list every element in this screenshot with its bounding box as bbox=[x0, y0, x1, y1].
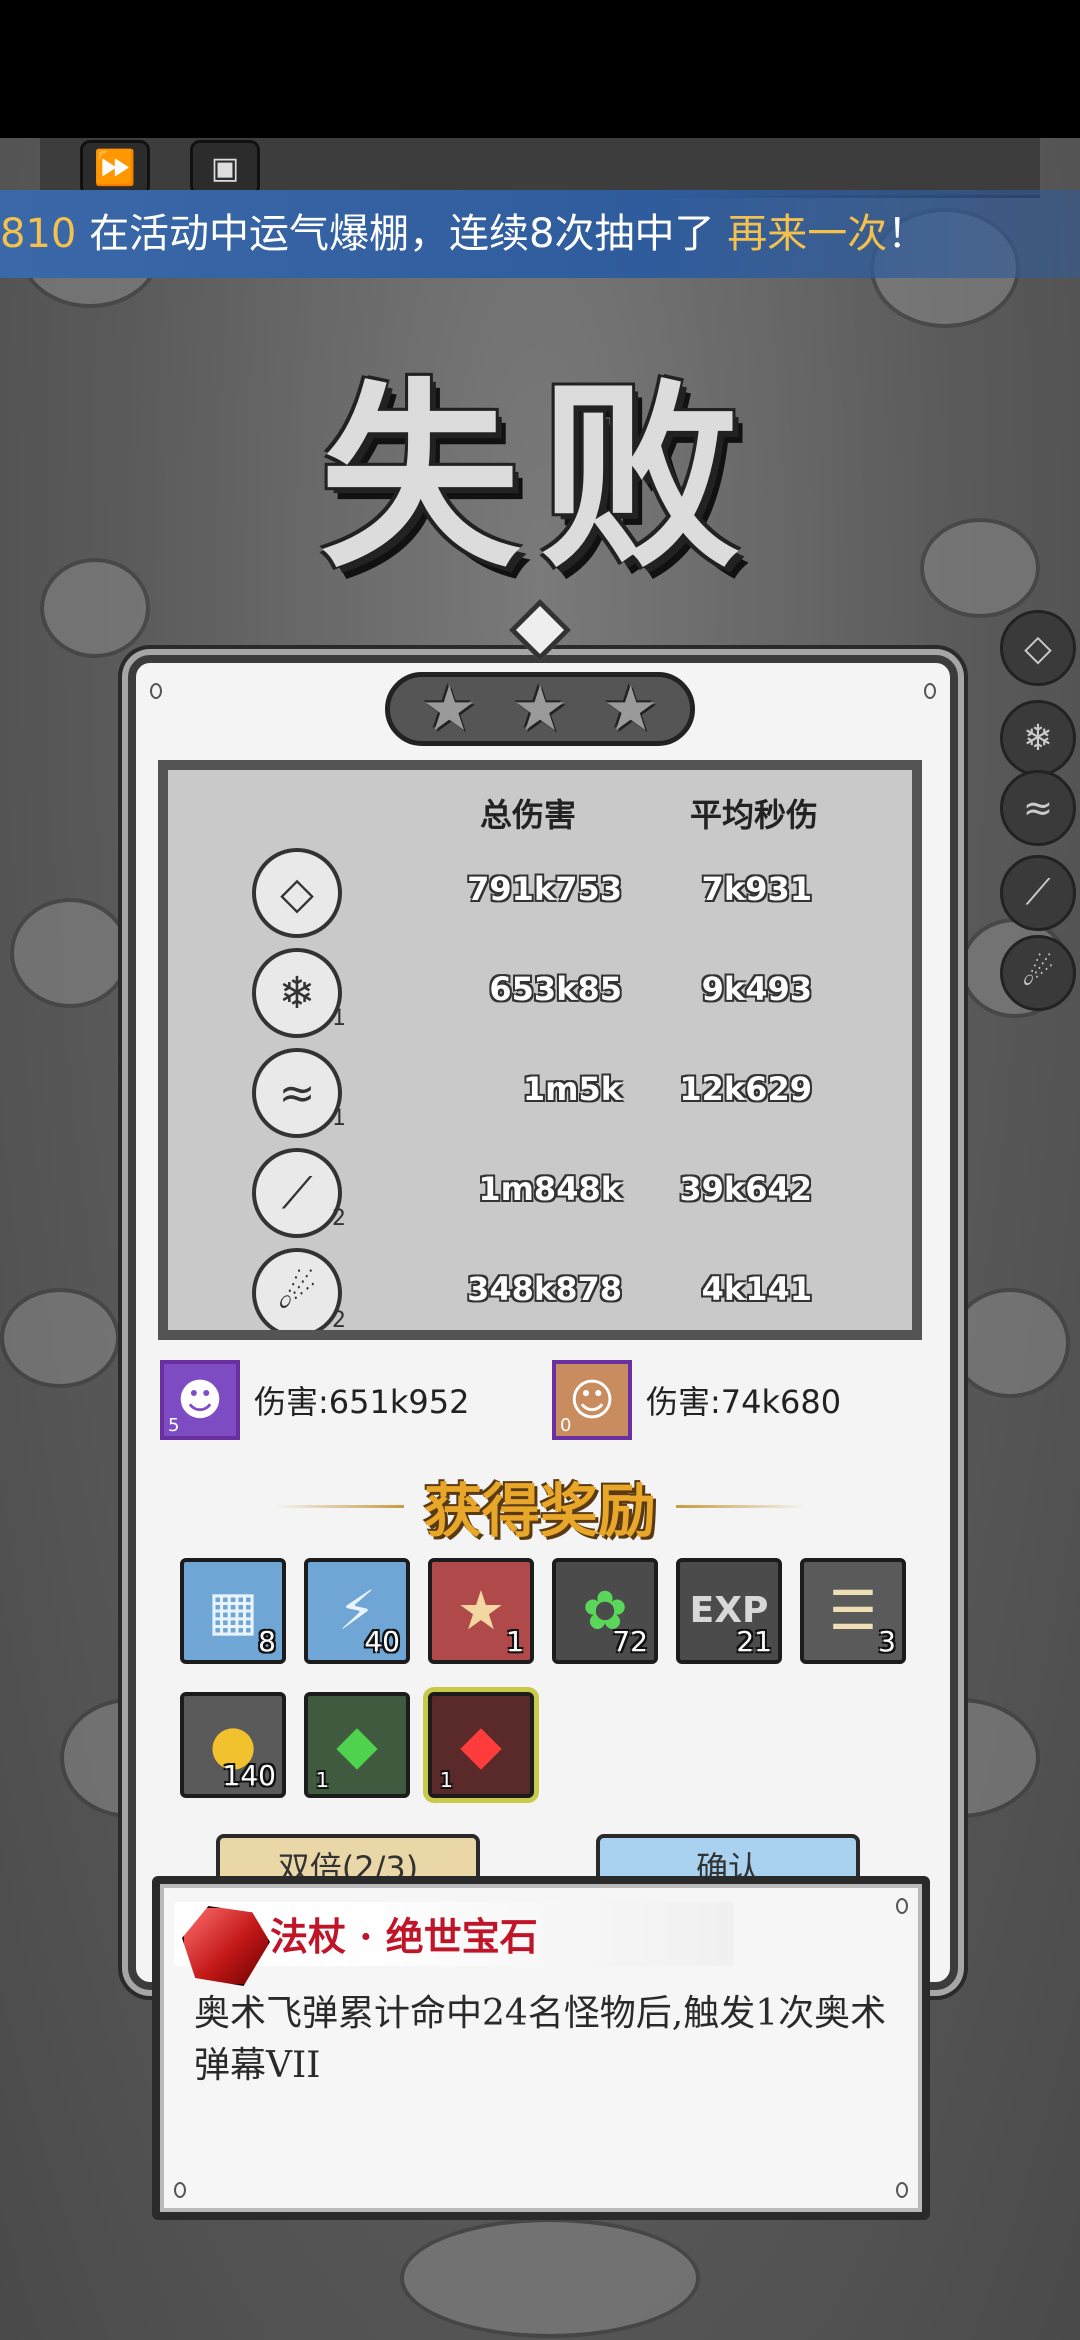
star-rating: ★ ★ ★ bbox=[385, 672, 695, 746]
skill-level: 1 bbox=[332, 1106, 346, 1131]
dps-value: 39k642 bbox=[679, 1170, 812, 1208]
reward-ticket-card[interactable]: ★ 1 bbox=[428, 1558, 534, 1664]
total-damage-value: 1m5k bbox=[522, 1070, 622, 1108]
reward-count: 1 bbox=[440, 1768, 453, 1792]
meteor-icon: ☄ bbox=[252, 1248, 342, 1330]
reward-green-gem[interactable]: ◆ 1 bbox=[304, 1692, 410, 1798]
reward-count: 1 bbox=[316, 1768, 329, 1792]
hero-damage-1: ☻ 5 伤害:651k952 bbox=[160, 1360, 469, 1440]
total-damage-value: 653k85 bbox=[489, 970, 622, 1008]
reward-green-emblem[interactable]: ✿ 72 bbox=[552, 1558, 658, 1664]
fast-forward-button[interactable]: ⏩ bbox=[80, 140, 150, 196]
reward-count: 1 bbox=[506, 1625, 524, 1658]
scroll-map-icon: ☰ bbox=[828, 1579, 878, 1642]
ice-block-icon: ▦ bbox=[207, 1579, 259, 1642]
ticket-card-icon: ★ bbox=[456, 1579, 506, 1642]
chest-icon: ▣ bbox=[210, 150, 240, 186]
tooltip-item-name: 法杖 · 绝世宝石 bbox=[270, 1914, 538, 1959]
reward-scroll[interactable]: ☰ 3 bbox=[800, 1558, 906, 1664]
chest-button[interactable]: ▣ bbox=[190, 140, 260, 196]
item-tooltip: 法杖 · 绝世宝石 奥术飞弹累计命中24名怪物后,触发1次奥术弹幕VII bbox=[152, 1876, 930, 2220]
hero-damage-2: ☺ 0 伤害:74k680 bbox=[552, 1360, 841, 1440]
banner-suffix: ！ bbox=[887, 211, 928, 257]
table-row: ⟋ 2 1m848k 39k642 bbox=[168, 1148, 912, 1238]
skill-level: 1 bbox=[332, 1006, 346, 1031]
green-gem-icon: ◆ bbox=[336, 1713, 378, 1776]
dps-value: 12k629 bbox=[679, 1070, 812, 1108]
side-meteor-icon: ☄ bbox=[1000, 935, 1076, 1011]
reward-count: 40 bbox=[364, 1625, 400, 1658]
announcement-banner: 810 在活动中运气爆棚，连续8次抽中了 再来一次！ bbox=[0, 190, 1080, 278]
side-slash-icon: ⟋ bbox=[1000, 855, 1076, 931]
reward-count: 3 bbox=[878, 1625, 896, 1658]
banner-prefix: 810 bbox=[0, 211, 90, 257]
side-cluster-icon: ❄ bbox=[1000, 700, 1076, 776]
reward-red-gem[interactable]: ◆ 1 bbox=[428, 1692, 534, 1798]
side-tornado-icon: ≈ bbox=[1000, 770, 1076, 846]
divider bbox=[273, 1504, 404, 1508]
table-row: ◇ 791k753 7k931 bbox=[168, 848, 912, 938]
table-row: ❄ 1 653k85 9k493 bbox=[168, 948, 912, 1038]
banner-text: 在活动中运气爆棚，连续8次抽中了 bbox=[89, 211, 715, 257]
hero-damage-label: 伤害:74k680 bbox=[646, 1383, 842, 1421]
tooltip-description: 奥术飞弹累计命中24名怪物后,触发1次奥术弹幕VII bbox=[194, 1993, 887, 2086]
tornado-icon: ≈ bbox=[252, 1048, 342, 1138]
star-icon: ★ bbox=[602, 672, 659, 745]
table-row: ≈ 1 1m5k 12k629 bbox=[168, 1048, 912, 1138]
hero-badge: 5 bbox=[168, 1415, 180, 1436]
slash-icon: ⟋ bbox=[252, 1148, 342, 1238]
crystal-shard-icon: ◇ bbox=[252, 848, 342, 938]
side-crystal-icon: ◇ bbox=[1000, 610, 1076, 686]
rewards-heading: 获得奖励 bbox=[240, 1466, 840, 1546]
crystal-cluster-icon: ❄ bbox=[252, 948, 342, 1038]
reward-exp[interactable]: EXP 21 bbox=[676, 1558, 782, 1664]
fast-forward-icon: ⏩ bbox=[93, 148, 137, 188]
dps-value: 4k141 bbox=[701, 1270, 812, 1308]
header-total-damage: 总伤害 bbox=[480, 796, 577, 834]
status-bar-area bbox=[0, 0, 1080, 138]
total-damage-value: 348k878 bbox=[467, 1270, 622, 1308]
star-icon: ★ bbox=[512, 672, 568, 745]
result-title-text: 失败 bbox=[319, 360, 760, 595]
reward-count: 8 bbox=[258, 1625, 276, 1658]
hero-badge: 0 bbox=[560, 1415, 572, 1436]
reward-count: 140 bbox=[222, 1759, 276, 1792]
dps-value: 9k493 bbox=[701, 970, 812, 1008]
hero-damage-label: 伤害:651k952 bbox=[254, 1383, 470, 1421]
skill-level: 2 bbox=[332, 1206, 346, 1231]
reward-ice-lightning[interactable]: ⚡ 40 bbox=[304, 1558, 410, 1664]
reward-ice-block[interactable]: ▦ 8 bbox=[180, 1558, 286, 1664]
reward-count: 21 bbox=[736, 1625, 772, 1658]
reward-count: 72 bbox=[612, 1625, 648, 1658]
dps-value: 7k931 bbox=[701, 870, 812, 908]
table-row: ☄ 2 348k878 4k141 bbox=[168, 1248, 912, 1330]
result-title: 失败 bbox=[280, 330, 800, 595]
hero-boy-avatar: ☻ 5 bbox=[160, 1360, 240, 1440]
reward-gold-coin[interactable]: ● 140 bbox=[180, 1692, 286, 1798]
banner-highlight: 再来一次 bbox=[727, 211, 888, 257]
header-average-dps: 平均秒伤 bbox=[690, 796, 819, 834]
red-gem-icon: ◆ bbox=[460, 1713, 502, 1776]
rewards-title: 获得奖励 bbox=[423, 1477, 656, 1545]
total-damage-value: 791k753 bbox=[467, 870, 622, 908]
skill-level: 2 bbox=[332, 1308, 346, 1330]
divider bbox=[676, 1504, 806, 1508]
star-icon: ★ bbox=[421, 672, 478, 745]
damage-stats-table[interactable]: 总伤害 平均秒伤 ◇ 791k753 7k931 ❄ 1 653k85 9k49… bbox=[158, 760, 922, 1340]
total-damage-value: 1m848k bbox=[478, 1170, 622, 1208]
hero-girl-avatar: ☺ 0 bbox=[552, 1360, 632, 1440]
